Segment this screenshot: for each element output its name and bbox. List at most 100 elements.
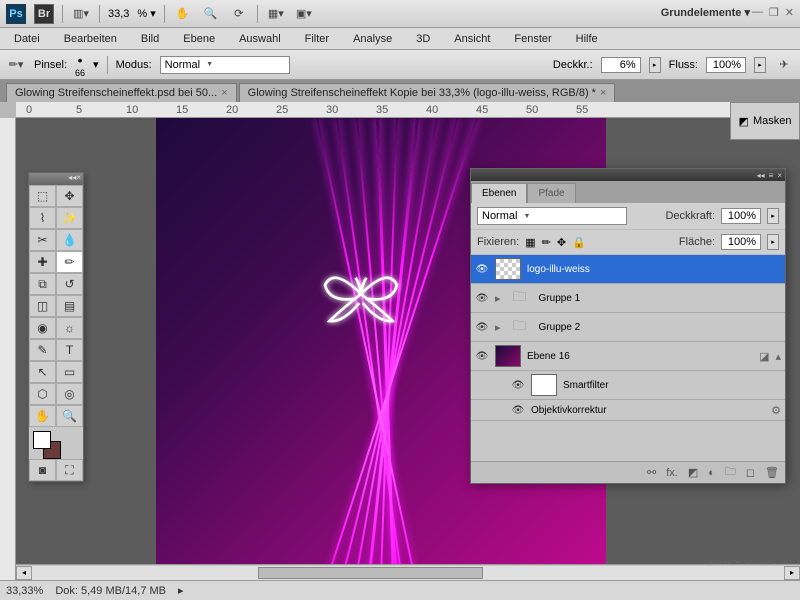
photoshop-icon[interactable]: Ps xyxy=(6,4,26,24)
panel-menu-icon[interactable]: ≡ xyxy=(769,171,774,180)
crop-tool[interactable]: ✂ xyxy=(29,229,56,251)
menu-hilfe[interactable]: Hilfe xyxy=(568,30,606,48)
menu-bild[interactable]: Bild xyxy=(133,30,167,48)
screenmode-tool[interactable]: ⛶ xyxy=(56,459,83,481)
eyedropper-tool[interactable]: 💧 xyxy=(56,229,83,251)
status-docsize[interactable]: 5,49 MB/14,7 MB xyxy=(81,585,166,597)
layer-row[interactable]: 👁 logo-illu-weiss xyxy=(471,255,785,284)
visibility-icon[interactable]: 👁 xyxy=(475,262,489,276)
layer-thumb[interactable] xyxy=(495,258,521,280)
lock-all-icon[interactable]: 🔒 xyxy=(572,236,586,249)
menu-ansicht[interactable]: Ansicht xyxy=(446,30,498,48)
hand-icon[interactable]: ✋ xyxy=(173,4,193,24)
marquee-tool[interactable]: ⬚ xyxy=(29,185,56,207)
screen-mode-icon[interactable]: ▣▾ xyxy=(294,4,314,24)
layer-blend-select[interactable]: Normal xyxy=(477,207,627,225)
filter-mask-thumb[interactable] xyxy=(531,374,557,396)
layer-row[interactable]: 👁 ▸ 🗀 Gruppe 1 xyxy=(471,284,785,313)
tab-pfade[interactable]: Pfade xyxy=(527,183,575,203)
flow-field[interactable]: 100% xyxy=(706,57,746,73)
arrange-icon[interactable]: ▦▾ xyxy=(266,4,286,24)
flow-stepper[interactable]: ▸ xyxy=(754,57,766,73)
workspace-selector[interactable]: Grundelemente xyxy=(661,7,742,19)
hand-tool[interactable]: ✋ xyxy=(29,405,56,427)
mask-icon[interactable]: ◩ xyxy=(688,466,698,479)
toolbox-collapse-icon[interactable]: ◂◂ xyxy=(68,173,76,185)
dodge-tool[interactable]: ☼ xyxy=(56,317,83,339)
ruler-vertical[interactable] xyxy=(0,118,16,580)
collapse-icon[interactable]: ▴ xyxy=(775,350,781,363)
path-tool[interactable]: ↖ xyxy=(29,361,56,383)
status-menu-icon[interactable]: ▸ xyxy=(178,584,184,597)
link-layers-icon[interactable]: ⚯ xyxy=(647,466,656,479)
foreground-swatch[interactable] xyxy=(33,431,51,449)
lock-pixels-icon[interactable]: ✏ xyxy=(542,236,551,249)
heal-tool[interactable]: ✚ xyxy=(29,251,56,273)
close-tab-icon[interactable]: × xyxy=(221,87,227,99)
maximize-icon[interactable]: ❐ xyxy=(769,6,779,19)
lock-transparency-icon[interactable]: ▦ xyxy=(525,236,535,249)
menu-datei[interactable]: Datei xyxy=(6,30,48,48)
doc-tab-1[interactable]: Glowing Streifenscheineffekt.psd bei 50.… xyxy=(6,83,237,102)
gradient-tool[interactable]: ▤ xyxy=(56,295,83,317)
tab-ebenen[interactable]: Ebenen xyxy=(471,183,527,203)
menu-filter[interactable]: Filter xyxy=(297,30,337,48)
expand-icon[interactable]: ▸ xyxy=(495,292,501,305)
brush-size[interactable]: 66 xyxy=(75,68,85,78)
brush-tool-icon[interactable]: ✏▾ xyxy=(6,55,26,75)
stamp-tool[interactable]: ⧉ xyxy=(29,273,56,295)
fill-stepper[interactable]: ▸ xyxy=(767,234,779,250)
layer-row[interactable]: 👁 ▸ 🗀 Gruppe 2 xyxy=(471,313,785,342)
fx-icon[interactable]: fx. xyxy=(666,467,678,479)
ruler-horizontal[interactable]: 0510152025303540455055 xyxy=(16,102,800,118)
scroll-thumb[interactable] xyxy=(258,567,484,579)
panel-close-icon[interactable]: × xyxy=(777,171,782,180)
blend-mode-select[interactable]: Normal xyxy=(160,56,290,74)
close-tab-icon[interactable]: × xyxy=(600,87,606,99)
layer-opacity-field[interactable]: 100% xyxy=(721,208,761,224)
history-brush-tool[interactable]: ↺ xyxy=(56,273,83,295)
minimize-icon[interactable]: — xyxy=(752,6,763,19)
quickmask-tool[interactable]: ◙ xyxy=(29,459,56,481)
shape-tool[interactable]: ▭ xyxy=(56,361,83,383)
visibility-icon[interactable]: 👁 xyxy=(475,291,489,305)
masks-panel-collapsed[interactable]: ◩ Masken xyxy=(730,102,800,140)
layer-row[interactable]: 👁 Ebene 16 ◪ ▴ xyxy=(471,342,785,371)
layer-thumb[interactable] xyxy=(495,345,521,367)
opacity-field[interactable]: 6% xyxy=(601,57,641,73)
brush-tool[interactable]: ✏ xyxy=(56,251,83,273)
pen-tool[interactable]: ✎ xyxy=(29,339,56,361)
menu-bearbeiten[interactable]: Bearbeiten xyxy=(56,30,125,48)
wand-tool[interactable]: ✨ xyxy=(56,207,83,229)
layout-icon[interactable]: ▥▾ xyxy=(71,4,91,24)
scroll-left-icon[interactable]: ◂ xyxy=(16,566,32,580)
trash-icon[interactable]: 🗑 xyxy=(765,466,779,479)
visibility-icon[interactable]: 👁 xyxy=(475,349,489,363)
zoom-tool[interactable]: 🔍 xyxy=(56,405,83,427)
adjustment-icon[interactable]: ◐ xyxy=(708,467,715,479)
lock-position-icon[interactable]: ✥ xyxy=(557,236,566,249)
airbrush-icon[interactable]: ✈ xyxy=(774,55,794,75)
panel-collapse-icon[interactable]: ◂◂ xyxy=(757,171,765,180)
close-icon[interactable]: ✕ xyxy=(785,6,794,19)
lasso-tool[interactable]: ⌇ xyxy=(29,207,56,229)
expand-icon[interactable]: ▸ xyxy=(495,321,501,334)
blur-tool[interactable]: ◉ xyxy=(29,317,56,339)
menu-fenster[interactable]: Fenster xyxy=(506,30,559,48)
scroll-right-icon[interactable]: ▸ xyxy=(784,566,800,580)
fill-field[interactable]: 100% xyxy=(721,234,761,250)
visibility-icon[interactable]: 👁 xyxy=(511,403,525,417)
menu-analyse[interactable]: Analyse xyxy=(345,30,400,48)
move-tool[interactable]: ✥ xyxy=(56,185,83,207)
new-layer-icon[interactable]: ◻ xyxy=(746,466,755,479)
zoom-value[interactable]: 33,3 xyxy=(108,8,129,20)
rotate-icon[interactable]: ⟳ xyxy=(229,4,249,24)
menu-auswahl[interactable]: Auswahl xyxy=(231,30,289,48)
filter-row[interactable]: 👁 Objektivkorrektur ⚙ xyxy=(471,400,785,421)
bridge-icon[interactable]: Br xyxy=(34,4,54,24)
smartfilter-row[interactable]: 👁 Smartfilter xyxy=(471,371,785,400)
layer-opacity-stepper[interactable]: ▸ xyxy=(767,208,779,224)
doc-tab-2[interactable]: Glowing Streifenscheineffekt Kopie bei 3… xyxy=(239,83,616,102)
opacity-stepper[interactable]: ▸ xyxy=(649,57,661,73)
toolbox-close-icon[interactable]: × xyxy=(76,173,81,185)
